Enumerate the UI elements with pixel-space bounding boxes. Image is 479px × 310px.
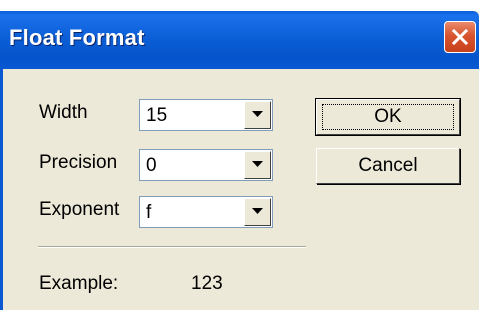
- example-value: 123: [191, 273, 223, 294]
- exponent-combobox[interactable]: f: [139, 196, 273, 228]
- chevron-down-icon: [252, 111, 263, 117]
- width-label: Width: [39, 102, 88, 123]
- exponent-dropdown-button[interactable]: [244, 198, 271, 226]
- chevron-down-icon: [252, 208, 263, 214]
- exponent-label: Exponent: [39, 199, 120, 220]
- float-format-dialog: Float Format Width 15 Precision 0 Expone…: [0, 11, 479, 310]
- cancel-button[interactable]: Cancel: [316, 148, 460, 184]
- ok-button-label: OK: [374, 106, 402, 127]
- width-combobox[interactable]: 15: [139, 99, 273, 131]
- ok-button[interactable]: OK: [315, 98, 461, 136]
- close-button[interactable]: [444, 21, 476, 53]
- exponent-value: f: [146, 202, 152, 223]
- width-value: 15: [146, 105, 168, 126]
- title-bar[interactable]: Float Format: [0, 11, 479, 69]
- close-icon: [451, 28, 469, 46]
- precision-value: 0: [146, 155, 157, 176]
- separator-line: [38, 246, 306, 248]
- cancel-button-label: Cancel: [358, 155, 418, 176]
- width-dropdown-button[interactable]: [244, 101, 271, 129]
- chevron-down-icon: [252, 161, 263, 167]
- precision-dropdown-button[interactable]: [244, 151, 271, 179]
- example-label: Example:: [39, 273, 119, 294]
- precision-combobox[interactable]: 0: [139, 149, 273, 181]
- dialog-title: Float Format: [9, 25, 145, 50]
- precision-label: Precision: [39, 152, 118, 173]
